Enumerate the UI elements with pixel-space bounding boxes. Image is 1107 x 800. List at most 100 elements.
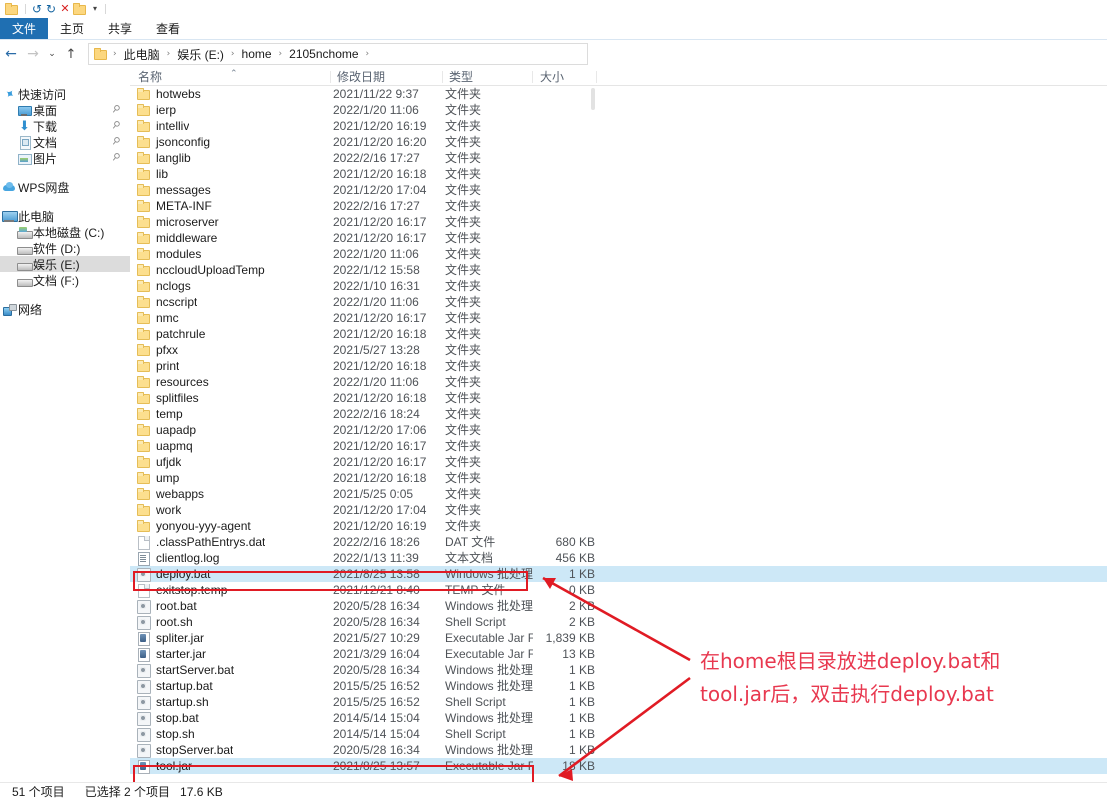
file-name-label: ierp: [156, 103, 177, 117]
undo-icon[interactable]: ↺: [30, 2, 44, 16]
table-row[interactable]: nccloudUploadTemp 2022/1/12 15:58 文件夹: [130, 262, 1107, 278]
pin-icon[interactable]: ⚲: [109, 103, 122, 116]
column-header-size[interactable]: 大小: [536, 68, 564, 86]
breadcrumb-separator-4[interactable]: ›: [362, 49, 374, 59]
tab-view[interactable]: 查看: [144, 18, 192, 39]
table-row[interactable]: messages 2021/12/20 17:04 文件夹: [130, 182, 1107, 198]
table-row[interactable]: temp 2022/2/16 18:24 文件夹: [130, 406, 1107, 422]
column-divider-3[interactable]: [532, 71, 533, 83]
column-divider-2[interactable]: [442, 71, 443, 83]
table-row[interactable]: jsonconfig 2021/12/20 16:20 文件夹: [130, 134, 1107, 150]
sidebar-item-下载[interactable]: ⬇ 下载 ⚲: [0, 118, 130, 134]
table-row[interactable]: uapadp 2021/12/20 17:06 文件夹: [130, 422, 1107, 438]
sidebar-item-娱乐 (E:)[interactable]: 娱乐 (E:): [0, 256, 130, 272]
table-row[interactable]: spliter.jar 2021/5/27 10:29 Executable Jar…: [130, 630, 1107, 646]
column-header-name[interactable]: 名称: [134, 68, 162, 86]
table-row[interactable]: stop.sh 2014/5/14 15:04 Shell Script 1 KB: [130, 726, 1107, 742]
sidebar-item-文档[interactable]: 文档 ⚲: [0, 134, 130, 150]
table-row[interactable]: .classPathEntrys.dat 2022/2/16 18:26 DAT 文…: [130, 534, 1107, 550]
vertical-scrollbar[interactable]: [591, 88, 595, 782]
table-row[interactable]: tool.jar 2021/8/25 13:57 Executable Jar Fi…: [130, 758, 1107, 774]
table-row[interactable]: root.sh 2020/5/28 16:34 Shell Script 2 KB: [130, 614, 1107, 630]
file-name-label: langlib: [156, 151, 191, 165]
table-row[interactable]: ufjdk 2021/12/20 16:17 文件夹: [130, 454, 1107, 470]
delete-icon[interactable]: ✕: [58, 2, 72, 16]
pin-icon[interactable]: ⚲: [109, 135, 122, 148]
sidebar-item-快速访问[interactable]: ✦ 快速访问: [0, 85, 130, 102]
cell-name: root.bat: [134, 598, 197, 614]
table-row[interactable]: ncscript 2022/1/20 11:06 文件夹: [130, 294, 1107, 310]
table-row[interactable]: patchrule 2021/12/20 16:18 文件夹: [130, 326, 1107, 342]
table-row[interactable]: print 2021/12/20 16:18 文件夹: [130, 358, 1107, 374]
table-row[interactable]: startServer.bat 2020/5/28 16:34 Windows 批处…: [130, 662, 1107, 678]
table-row[interactable]: uapmq 2021/12/20 16:17 文件夹: [130, 438, 1107, 454]
table-row[interactable]: intelliv 2021/12/20 16:19 文件夹: [130, 118, 1107, 134]
forward-button[interactable]: →: [22, 43, 44, 65]
table-row[interactable]: ierp 2022/1/20 11:06 文件夹: [130, 102, 1107, 118]
table-row[interactable]: splitfiles 2021/12/20 16:18 文件夹: [130, 390, 1107, 406]
column-header-type[interactable]: 类型: [445, 68, 473, 86]
redo-icon[interactable]: ↻: [44, 2, 58, 16]
table-row[interactable]: stopServer.bat 2020/5/28 16:34 Windows 批处理…: [130, 742, 1107, 758]
folder-properties-icon[interactable]: [72, 2, 86, 16]
tab-share[interactable]: 共享: [96, 18, 144, 39]
breadcrumb-item-2105nchome[interactable]: 2105nchome: [286, 47, 361, 61]
table-row[interactable]: yonyou-yyy-agent 2021/12/20 16:19 文件夹: [130, 518, 1107, 534]
table-row[interactable]: modules 2022/1/20 11:06 文件夹: [130, 246, 1107, 262]
folder-icon: [136, 359, 150, 373]
pin-icon[interactable]: ⚲: [109, 151, 122, 164]
pin-icon[interactable]: ⚲: [109, 119, 122, 132]
table-row[interactable]: nmc 2021/12/20 16:17 文件夹: [130, 310, 1107, 326]
table-row[interactable]: lib 2021/12/20 16:18 文件夹: [130, 166, 1107, 182]
table-row[interactable]: clientlog.log 2022/1/13 11:39 文本文档 456 KB: [130, 550, 1107, 566]
sidebar-item-label: 快速访问: [18, 87, 67, 102]
table-row[interactable]: microserver 2021/12/20 16:17 文件夹: [130, 214, 1107, 230]
file-name-label: print: [156, 359, 180, 373]
file-name-label: uapadp: [156, 423, 197, 437]
table-row[interactable]: startup.sh 2015/5/25 16:52 Shell Script 1 K…: [130, 694, 1107, 710]
breadcrumb-item-this-pc[interactable]: 此电脑: [121, 46, 163, 63]
up-button[interactable]: ↑: [60, 43, 82, 65]
column-header-date[interactable]: 修改日期: [333, 68, 385, 86]
column-divider-4[interactable]: [596, 71, 597, 83]
table-row[interactable]: nclogs 2022/1/10 16:31 文件夹: [130, 278, 1107, 294]
sidebar-item-文档 (F:)[interactable]: 文档 (F:): [0, 272, 130, 288]
column-divider-1[interactable]: [330, 71, 331, 83]
table-row[interactable]: root.bat 2020/5/28 16:34 Windows 批处理... 2 K…: [130, 598, 1107, 614]
sidebar-item-图片[interactable]: 图片 ⚲: [0, 150, 130, 166]
tab-home[interactable]: 主页: [48, 18, 96, 39]
table-row[interactable]: deploy.bat 2021/8/25 13:58 Windows 批处理... 1…: [130, 566, 1107, 582]
cell-date: 2021/12/20 16:17: [333, 231, 427, 245]
file-name-label: starter.jar: [156, 647, 207, 661]
sidebar-item-网络[interactable]: 网络: [0, 301, 130, 317]
table-row[interactable]: exitstop.temp 2021/12/21 8:40 TEMP 文件 0 KB: [130, 582, 1107, 598]
table-row[interactable]: META-INF 2022/2/16 17:27 文件夹: [130, 198, 1107, 214]
table-row[interactable]: ump 2021/12/20 16:18 文件夹: [130, 470, 1107, 486]
table-row[interactable]: langlib 2022/2/16 17:27 文件夹: [130, 150, 1107, 166]
sidebar-item-label: 此电脑: [18, 209, 55, 224]
nav-group-spacer: [0, 288, 130, 299]
scrollbar-thumb[interactable]: [591, 88, 595, 110]
sidebar-item-桌面[interactable]: 桌面 ⚲: [0, 102, 130, 118]
sidebar-item-WPS网盘[interactable]: WPS网盘: [0, 179, 130, 195]
table-row[interactable]: middleware 2021/12/20 16:17 文件夹: [130, 230, 1107, 246]
sidebar-item-本地磁盘 (C:)[interactable]: 本地磁盘 (C:): [0, 224, 130, 240]
table-row[interactable]: stop.bat 2014/5/14 15:04 Windows 批处理... 1 K…: [130, 710, 1107, 726]
sidebar-item-此电脑[interactable]: 此电脑: [0, 208, 130, 224]
breadcrumb-item-drive-e[interactable]: 娱乐 (E:): [174, 46, 227, 63]
table-row[interactable]: resources 2022/1/20 11:06 文件夹: [130, 374, 1107, 390]
customize-toolbar-caret-icon[interactable]: ▾: [89, 2, 101, 16]
recent-locations-button[interactable]: ⌄: [44, 43, 60, 65]
breadcrumb[interactable]: › 此电脑 › 娱乐 (E:) › home › 2105nchome ›: [88, 43, 588, 65]
back-button[interactable]: ←: [0, 43, 22, 65]
table-row[interactable]: pfxx 2021/5/27 13:28 文件夹: [130, 342, 1107, 358]
table-row[interactable]: hotwebs 2021/11/22 9:37 文件夹: [130, 86, 1107, 102]
table-row[interactable]: work 2021/12/20 17:04 文件夹: [130, 502, 1107, 518]
table-row[interactable]: startup.bat 2015/5/25 16:52 Windows 批处理...…: [130, 678, 1107, 694]
tab-file[interactable]: 文件: [0, 18, 49, 39]
sidebar-item-软件 (D:)[interactable]: 软件 (D:): [0, 240, 130, 256]
file-name-label: jsonconfig: [156, 135, 211, 149]
table-row[interactable]: webapps 2021/5/25 0:05 文件夹: [130, 486, 1107, 502]
table-row[interactable]: starter.jar 2021/3/29 16:04 Executable Jar…: [130, 646, 1107, 662]
breadcrumb-item-home[interactable]: home: [239, 47, 275, 61]
